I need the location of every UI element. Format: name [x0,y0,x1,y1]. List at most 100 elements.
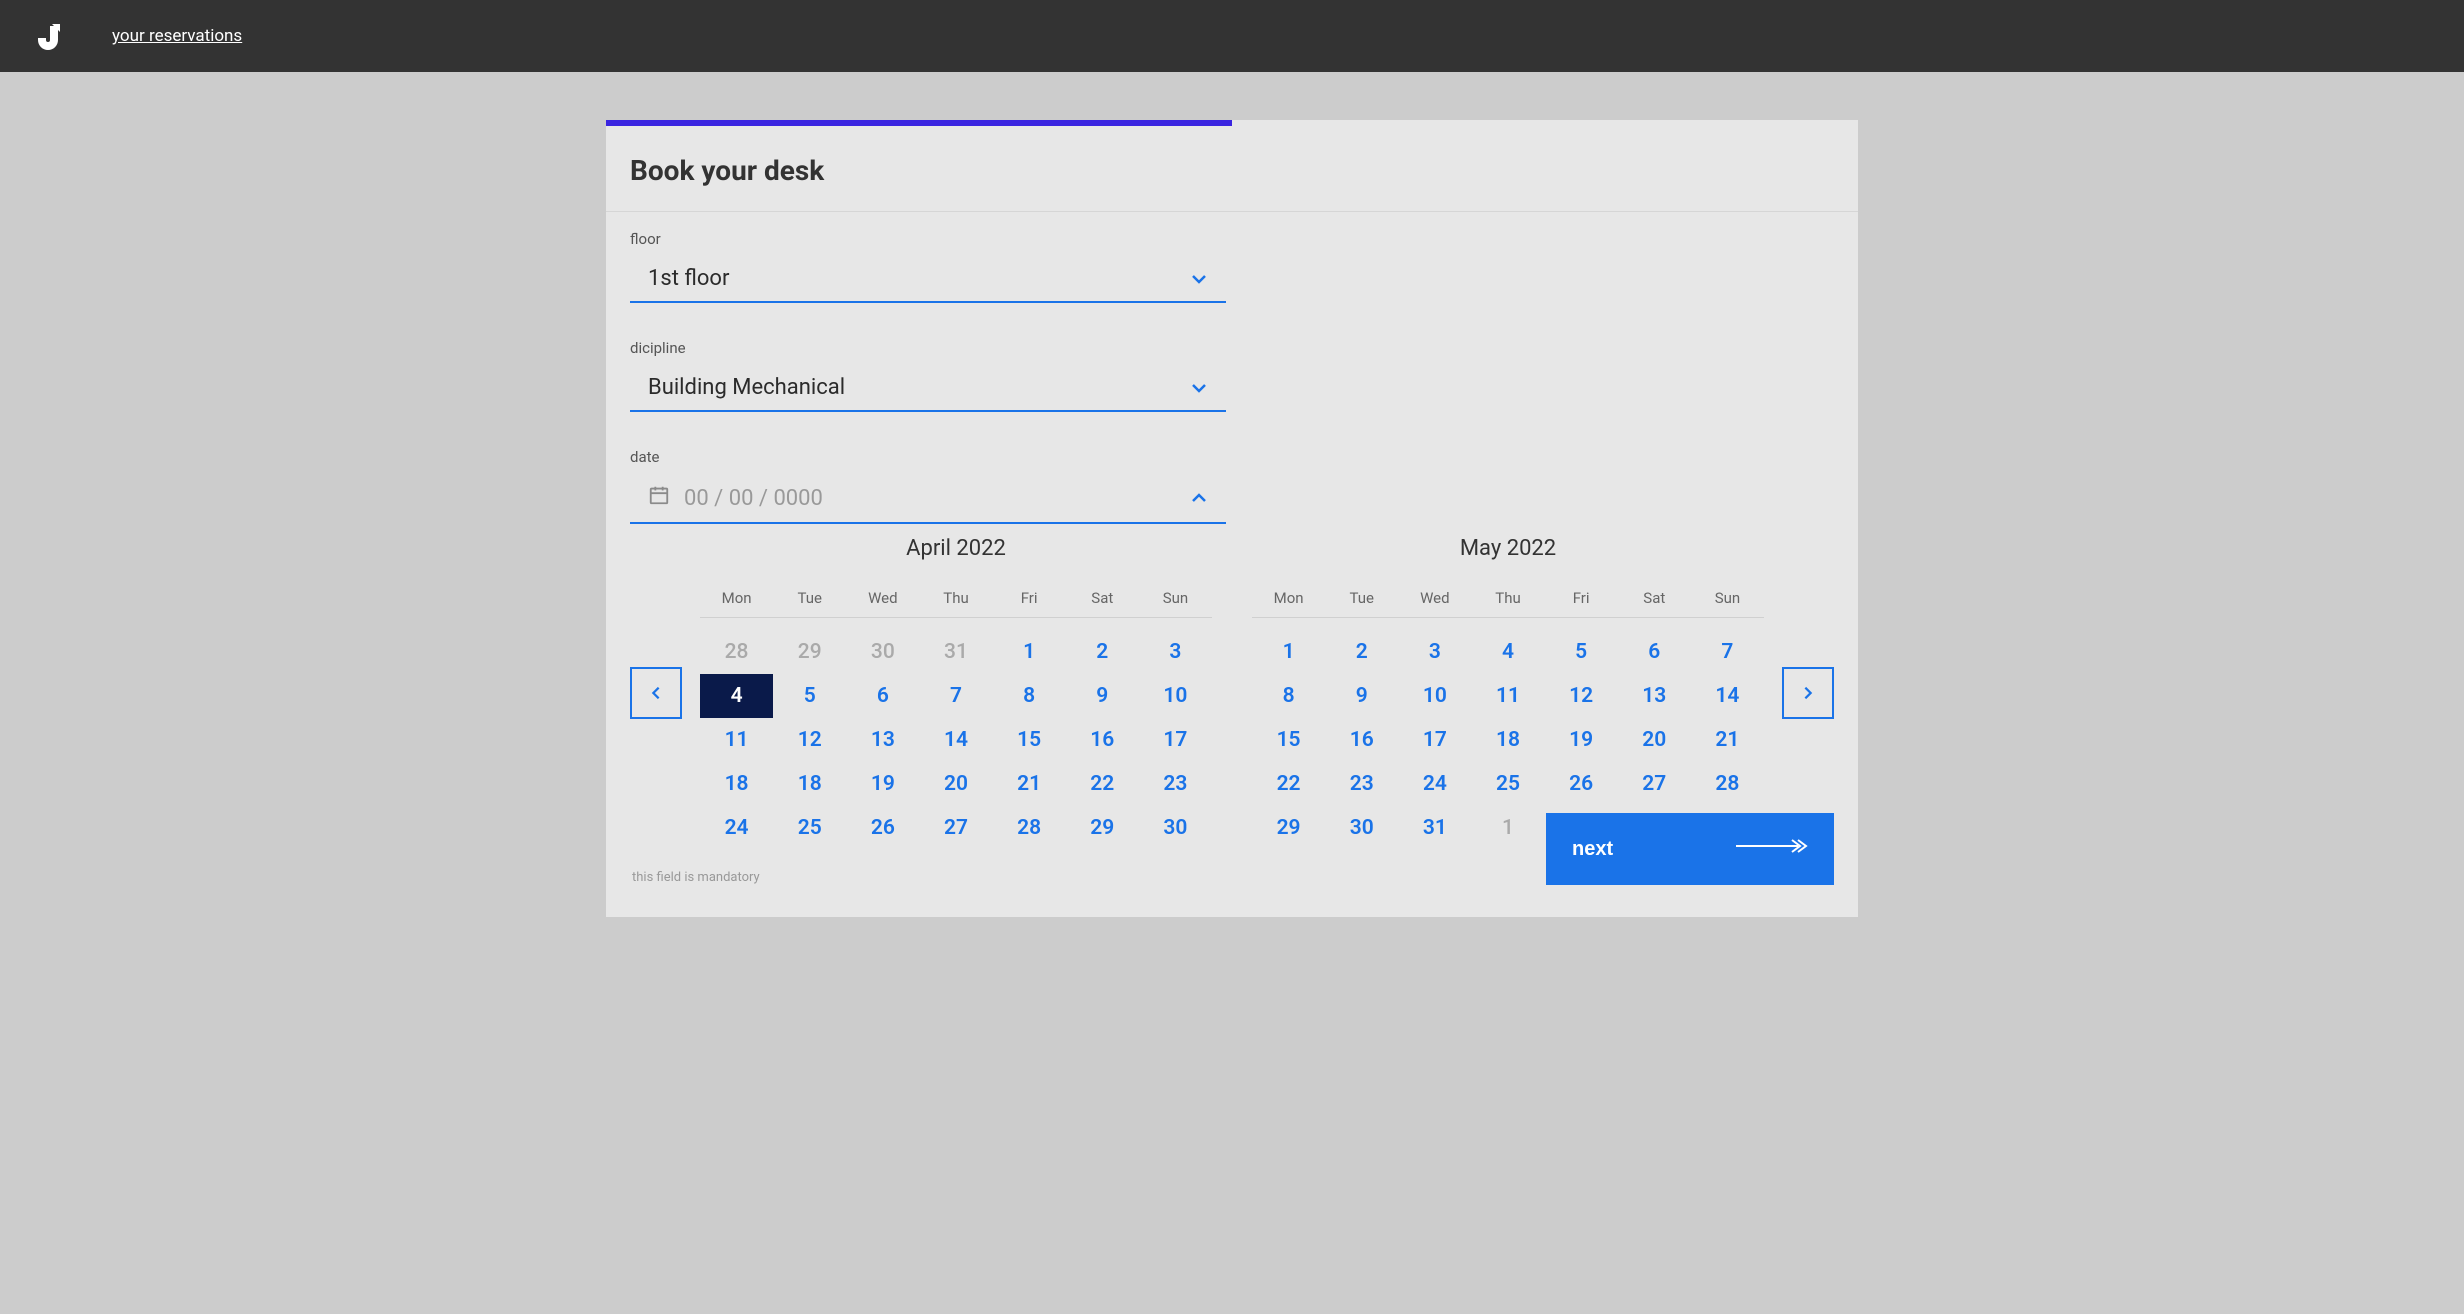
dow-label: Sun [1139,589,1212,607]
calendar-day[interactable]: 23 [1139,762,1212,806]
month-left-title: April 2022 [700,536,1212,561]
calendar-day[interactable]: 31 [1398,806,1471,850]
calendar-day[interactable]: 19 [1545,718,1618,762]
calendar-day[interactable]: 20 [919,762,992,806]
calendar-day[interactable]: 8 [1252,674,1325,718]
calendar-day[interactable]: 9 [1325,674,1398,718]
date-field: date 00 / 00 / 0000 [630,448,1834,524]
calendar-day[interactable]: 30 [1139,806,1212,850]
calendar-day[interactable]: 9 [1066,674,1139,718]
calendar-day[interactable]: 5 [773,674,846,718]
discipline-field: dicipline Building Mechanical [630,339,1834,412]
calendar-day: 1 [1471,806,1544,850]
calendar-day[interactable]: 29 [1066,806,1139,850]
dow-label: Tue [1325,589,1398,607]
dow-label: Wed [846,589,919,607]
calendar-day[interactable]: 28 [993,806,1066,850]
calendar-day[interactable]: 22 [1066,762,1139,806]
floor-select[interactable]: 1st floor [630,258,1226,303]
chevron-up-icon [1190,489,1208,507]
calendar-day[interactable]: 14 [1691,674,1764,718]
calendar-day[interactable]: 5 [1545,630,1618,674]
next-label: next [1572,838,1613,861]
floor-label: floor [630,230,1834,248]
calendar-day[interactable]: 1 [993,630,1066,674]
calendar-day[interactable]: 25 [1471,762,1544,806]
calendar-day[interactable]: 24 [1398,762,1471,806]
calendar-day[interactable]: 4 [700,674,773,718]
topbar: your reservations [0,0,2464,72]
calendar-day[interactable]: 22 [1252,762,1325,806]
calendar-day[interactable]: 26 [1545,762,1618,806]
dow-label: Fri [1545,589,1618,607]
calendar-day[interactable]: 12 [1545,674,1618,718]
calendar-day[interactable]: 15 [993,718,1066,762]
calendar-day[interactable]: 18 [1471,718,1544,762]
calendar-day[interactable]: 21 [1691,718,1764,762]
prev-month-button[interactable] [630,667,682,719]
calendar-day[interactable]: 10 [1139,674,1212,718]
discipline-value: Building Mechanical [648,375,845,400]
next-month-button[interactable] [1782,667,1834,719]
calendar-day[interactable]: 19 [846,762,919,806]
calendar-day[interactable]: 29 [1252,806,1325,850]
calendar-day[interactable]: 16 [1325,718,1398,762]
calendar-day[interactable]: 17 [1398,718,1471,762]
calendar-day[interactable]: 21 [993,762,1066,806]
dow-label: Thu [1471,589,1544,607]
logo-icon [32,20,64,52]
calendar-day[interactable]: 13 [846,718,919,762]
calendar-day[interactable]: 16 [1066,718,1139,762]
dow-label: Tue [773,589,846,607]
calendar-day[interactable]: 27 [919,806,992,850]
calendar-day[interactable]: 15 [1252,718,1325,762]
calendar-day: 31 [919,630,992,674]
dow-label: Sat [1066,589,1139,607]
dow-label: Sun [1691,589,1764,607]
arrow-right-icon [1736,836,1808,862]
calendar-day[interactable]: 17 [1139,718,1212,762]
calendar-day[interactable]: 23 [1325,762,1398,806]
calendar-day[interactable]: 27 [1618,762,1691,806]
calendar-day[interactable]: 28 [1691,762,1764,806]
calendar-day[interactable]: 3 [1398,630,1471,674]
calendar-day[interactable]: 8 [993,674,1066,718]
calendar-day[interactable]: 24 [700,806,773,850]
calendar-day[interactable]: 2 [1325,630,1398,674]
calendar-day[interactable]: 3 [1139,630,1212,674]
calendar-day[interactable]: 1 [1252,630,1325,674]
your-reservations-link[interactable]: your reservations [112,26,242,46]
calendar-day[interactable]: 6 [846,674,919,718]
calendar-day[interactable]: 20 [1618,718,1691,762]
calendar-day[interactable]: 7 [1691,630,1764,674]
calendar-day[interactable]: 4 [1471,630,1544,674]
calendar-right: May 2022 MonTueWedThuFriSatSun 123456789… [1252,536,1764,850]
calendar-day: 29 [773,630,846,674]
card-title: Book your desk [606,126,1858,212]
calendar-left: April 2022 MonTueWedThuFriSatSun 2829303… [700,536,1212,850]
date-input[interactable]: 00 / 00 / 0000 [630,476,1226,524]
floor-value: 1st floor [648,266,729,291]
next-button[interactable]: next [1546,813,1834,885]
calendar-day[interactable]: 7 [919,674,992,718]
chevron-down-icon [1190,270,1208,288]
dow-label: Mon [1252,589,1325,607]
calendar-day[interactable]: 11 [1471,674,1544,718]
calendar-day[interactable]: 30 [1325,806,1398,850]
dow-label: Mon [700,589,773,607]
calendar-day[interactable]: 25 [773,806,846,850]
calendar-day[interactable]: 6 [1618,630,1691,674]
calendar-day[interactable]: 10 [1398,674,1471,718]
floor-field: floor 1st floor [630,230,1834,303]
discipline-label: dicipline [630,339,1834,357]
calendar-day[interactable]: 13 [1618,674,1691,718]
calendar-day[interactable]: 18 [773,762,846,806]
dow-label: Thu [919,589,992,607]
discipline-select[interactable]: Building Mechanical [630,367,1226,412]
calendar-day[interactable]: 26 [846,806,919,850]
calendar-day[interactable]: 11 [700,718,773,762]
calendar-day[interactable]: 14 [919,718,992,762]
calendar-day[interactable]: 18 [700,762,773,806]
calendar-day[interactable]: 2 [1066,630,1139,674]
calendar-day[interactable]: 12 [773,718,846,762]
